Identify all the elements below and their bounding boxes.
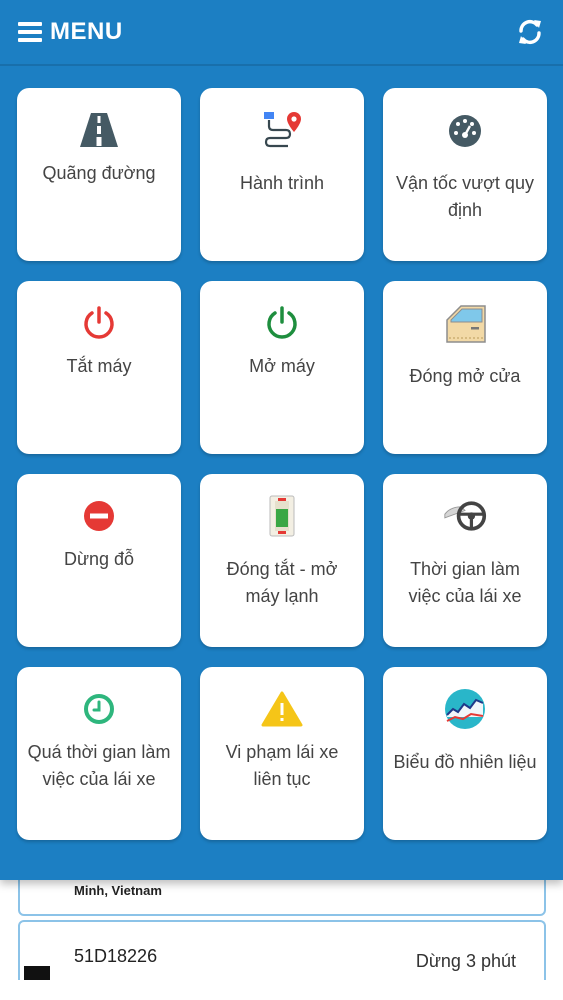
tile-engine-on[interactable]: Mở máy	[200, 281, 364, 454]
tile-driver-working-time[interactable]: Thời gian làm việc của lái xe	[383, 474, 547, 647]
tile-route[interactable]: Hành trình	[200, 88, 364, 261]
road-icon	[80, 113, 118, 147]
tile-label: Hành trình	[239, 173, 325, 193]
tile-label: Thời gian làm việc của lái xe	[408, 559, 522, 606]
menu-title: MENU	[50, 18, 123, 45]
tile-label: Vi phạm lái xe liên tục	[225, 742, 339, 789]
tile-label: Tắt máy	[66, 356, 132, 376]
tile-label: Quãng đường	[42, 163, 156, 183]
menu-panel: MENU Quãng đường Hành trình Vận tốc vượt…	[0, 0, 563, 880]
clock-icon	[84, 694, 114, 724]
tile-stop-park[interactable]: Dừng đỗ	[17, 474, 181, 647]
tile-distance[interactable]: Quãng đường	[17, 88, 181, 261]
vehicle-status-bar	[24, 966, 50, 980]
route-icon	[264, 112, 301, 148]
tile-driver-overtime[interactable]: Quá thời gian làm việc của lái xe	[17, 667, 181, 840]
tile-label: Dừng đỗ	[63, 549, 135, 569]
tile-label: Biểu đồ nhiên liệu	[393, 752, 537, 772]
vehicle-plate: 51D18226	[74, 946, 158, 966]
tile-label: Quá thời gian làm việc của lái xe	[27, 742, 171, 789]
car-door-icon	[446, 305, 486, 343]
tile-engine-off[interactable]: Tắt máy	[17, 281, 181, 454]
steering-wheel-icon	[444, 501, 487, 531]
tile-label: Đóng mở cửa	[409, 366, 521, 386]
refresh-icon[interactable]	[515, 17, 545, 47]
menu-header: MENU	[0, 0, 563, 66]
hamburger-icon	[18, 22, 42, 42]
power-off-icon	[84, 306, 114, 339]
menu-button[interactable]: MENU	[18, 18, 123, 46]
tile-overspeed[interactable]: Vận tốc vượt quy định	[383, 88, 547, 261]
tile-label: Vận tốc vượt quy định	[396, 173, 534, 220]
power-on-icon	[267, 306, 297, 339]
tile-door[interactable]: Đóng mở cửa	[383, 281, 547, 454]
vehicle-card[interactable]: 51D18226 Dừng 3 phút	[18, 920, 546, 980]
tile-label: Mở máy	[249, 356, 315, 376]
tile-fuel-chart[interactable]: Biểu đồ nhiên liệu	[383, 667, 547, 840]
stop-icon	[84, 501, 114, 531]
tile-label: Đóng tắt - mở máy lạnh	[226, 559, 338, 606]
vehicle-address: Minh, Vietnam	[74, 883, 162, 898]
tile-air-conditioner[interactable]: Đóng tắt - mở máy lạnh	[200, 474, 364, 647]
vehicle-status: Dừng 3 phút	[415, 951, 516, 971]
tile-continuous-driving[interactable]: Vi phạm lái xe liên tục	[200, 667, 364, 840]
speedometer-icon	[449, 115, 481, 147]
menu-grid: Quãng đường Hành trình Vận tốc vượt quy …	[17, 88, 547, 840]
switch-icon	[269, 495, 295, 537]
warning-icon	[261, 691, 303, 727]
fuel-chart-icon	[445, 689, 485, 729]
